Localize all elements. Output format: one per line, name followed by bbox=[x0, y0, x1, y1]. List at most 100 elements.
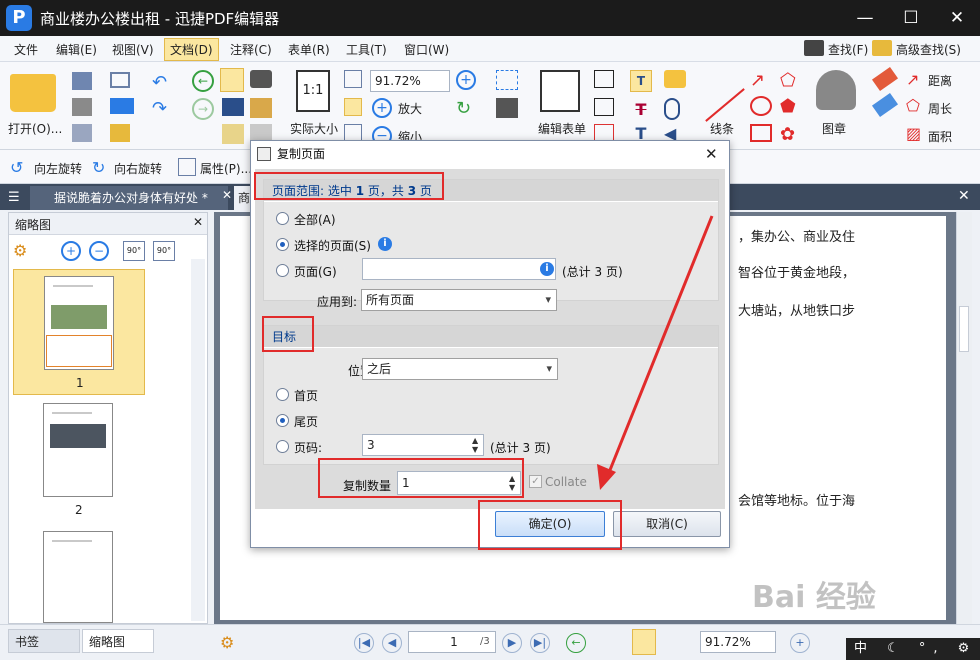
thumbnail-scrollbar[interactable] bbox=[191, 259, 205, 621]
back-history-icon[interactable]: ← bbox=[566, 633, 586, 653]
radio-selected-pages[interactable] bbox=[276, 238, 289, 251]
fit-width-icon[interactable] bbox=[344, 98, 362, 116]
menu-tools[interactable]: 工具(T) bbox=[342, 40, 391, 59]
actual-size-icon[interactable]: 1:1 bbox=[296, 70, 330, 112]
position-select[interactable]: 之后 bbox=[362, 358, 558, 380]
thumb-rotate-right-icon[interactable]: 90° bbox=[153, 241, 175, 261]
rotate-left-icon[interactable]: ↺ bbox=[10, 158, 30, 177]
line-label[interactable]: 线条 bbox=[710, 120, 734, 137]
radio-all-label[interactable]: 全部(A) bbox=[294, 211, 336, 228]
pages-input[interactable] bbox=[362, 258, 556, 280]
advanced-find-button[interactable]: 高级查找(S) bbox=[892, 40, 965, 59]
collate-checkbox[interactable]: ✓ bbox=[529, 475, 542, 488]
crop-icon[interactable] bbox=[496, 70, 518, 90]
first-page-icon[interactable]: |◀ bbox=[354, 633, 374, 653]
cancel-button[interactable]: 取消(C) bbox=[613, 511, 721, 537]
new-icon[interactable] bbox=[110, 124, 130, 142]
text-field-icon[interactable] bbox=[594, 70, 614, 88]
menu-edit[interactable]: 编辑(E) bbox=[52, 40, 101, 59]
polygon-tool-icon[interactable]: ⬟ bbox=[780, 96, 802, 117]
rotate-left-button[interactable]: 向左旋转 bbox=[34, 160, 82, 177]
select-text-icon[interactable] bbox=[222, 98, 244, 116]
add-text-icon[interactable] bbox=[496, 98, 518, 118]
edit-form-label[interactable]: 编辑表单 bbox=[538, 120, 586, 137]
note-icon[interactable] bbox=[222, 124, 244, 144]
rotate-view-icon[interactable]: ↻ bbox=[456, 98, 476, 119]
radio-pages-label[interactable]: 页面(G) bbox=[294, 263, 337, 280]
document-scrollbar[interactable] bbox=[956, 212, 972, 624]
distance-label[interactable]: 距离 bbox=[928, 72, 952, 89]
properties-button[interactable]: 属性(P)... bbox=[200, 160, 252, 177]
radio-first-page[interactable] bbox=[276, 388, 289, 401]
back-icon[interactable]: ← bbox=[192, 70, 214, 92]
perimeter-label[interactable]: 周长 bbox=[928, 100, 952, 117]
tab-thumbnails[interactable]: 缩略图 bbox=[82, 629, 154, 653]
polyline-tool-icon[interactable]: ⬠ bbox=[780, 70, 802, 91]
radio-pages[interactable] bbox=[276, 264, 289, 277]
stepper-arrows-icon[interactable]: ▲ ▼ bbox=[472, 436, 478, 454]
forward-icon[interactable]: → bbox=[192, 98, 214, 120]
radio-page-number-label[interactable]: 页码: bbox=[294, 439, 322, 456]
menu-comment[interactable]: 注释(C) bbox=[226, 40, 276, 59]
rectangle-tool-icon[interactable] bbox=[750, 124, 772, 142]
undo-icon[interactable]: ↶ bbox=[152, 72, 172, 93]
scroll-thumb[interactable] bbox=[959, 306, 969, 352]
thumb-zoom-out-icon[interactable]: − bbox=[89, 241, 109, 261]
checkbox-field-icon[interactable] bbox=[594, 98, 614, 116]
gear-icon[interactable]: ⚙ bbox=[13, 241, 35, 261]
edit-form-icon[interactable] bbox=[540, 70, 580, 112]
snapshot-icon[interactable] bbox=[250, 70, 272, 88]
find-button[interactable]: 查找(F) bbox=[824, 40, 872, 59]
area-icon[interactable]: ▨ bbox=[906, 124, 926, 144]
maximize-button[interactable]: ☐ bbox=[888, 4, 934, 32]
print-icon[interactable] bbox=[72, 98, 92, 116]
apply-to-select[interactable]: 所有页面 bbox=[361, 289, 557, 311]
perimeter-icon[interactable]: ⬠ bbox=[906, 96, 926, 116]
status-zoom-select[interactable]: 91.72% bbox=[700, 631, 776, 653]
zoom-select[interactable]: 91.72% bbox=[370, 70, 450, 92]
fit-page-icon[interactable] bbox=[344, 70, 362, 88]
redo-icon[interactable]: ↷ bbox=[152, 98, 172, 119]
open-label[interactable]: 打开(O)... bbox=[8, 120, 62, 137]
zoom-in-icon[interactable]: + bbox=[372, 98, 392, 118]
email-icon[interactable] bbox=[110, 72, 130, 88]
menu-view[interactable]: 视图(V) bbox=[108, 40, 158, 59]
next-page-icon[interactable]: ▶ bbox=[502, 633, 522, 653]
thumbnail-page-1[interactable]: 1 bbox=[13, 269, 145, 395]
strikeout-icon[interactable]: T bbox=[630, 100, 652, 120]
radio-selected-label[interactable]: 选择的页面(S) bbox=[294, 237, 371, 254]
actual-size-label[interactable]: 实际大小 bbox=[290, 120, 338, 137]
dialog-close-icon[interactable]: ✕ bbox=[705, 145, 718, 163]
close-window-button[interactable]: ✕ bbox=[934, 4, 980, 32]
minimize-button[interactable]: — bbox=[842, 4, 888, 32]
menu-form[interactable]: 表单(R) bbox=[284, 40, 334, 59]
tab-list-icon[interactable]: ☰ bbox=[8, 190, 20, 205]
thumb-rotate-left-icon[interactable]: 90° bbox=[123, 241, 145, 261]
comment-icon[interactable] bbox=[664, 70, 686, 88]
prev-page-icon[interactable]: ◀ bbox=[382, 633, 402, 653]
distance-icon[interactable]: ↗ bbox=[906, 70, 926, 90]
properties-icon[interactable] bbox=[178, 158, 196, 176]
menu-window[interactable]: 窗口(W) bbox=[400, 40, 453, 59]
export-icon[interactable] bbox=[72, 124, 92, 142]
menu-file[interactable]: 文件 bbox=[10, 40, 42, 59]
radio-last-page[interactable] bbox=[276, 414, 289, 427]
close-all-tabs-icon[interactable]: ✕ bbox=[958, 188, 970, 204]
single-page-icon[interactable] bbox=[632, 629, 656, 655]
eraser-icon[interactable] bbox=[871, 92, 899, 118]
last-page-icon[interactable]: ▶| bbox=[530, 633, 550, 653]
tab-document[interactable]: 据说脆着办公对身体有好处 * bbox=[30, 186, 228, 210]
typewriter-icon[interactable]: T bbox=[630, 70, 652, 92]
status-gear-icon[interactable]: ⚙ bbox=[220, 633, 234, 652]
area-label[interactable]: 面积 bbox=[928, 128, 952, 145]
hand-tool-icon[interactable] bbox=[220, 68, 244, 92]
rotate-right-icon[interactable]: ↻ bbox=[92, 158, 112, 177]
open-folder-icon[interactable] bbox=[10, 74, 56, 112]
radio-all[interactable] bbox=[276, 212, 289, 225]
thumbnail-page-2[interactable]: 2 bbox=[13, 399, 145, 525]
rotate-right-button[interactable]: 向右旋转 bbox=[114, 160, 162, 177]
arrow-tool-icon[interactable]: ↗ bbox=[750, 70, 772, 91]
pencil-icon[interactable] bbox=[871, 66, 899, 92]
zoom-in-label[interactable]: 放大 bbox=[398, 100, 422, 117]
collate-label[interactable]: Collate bbox=[545, 475, 587, 489]
